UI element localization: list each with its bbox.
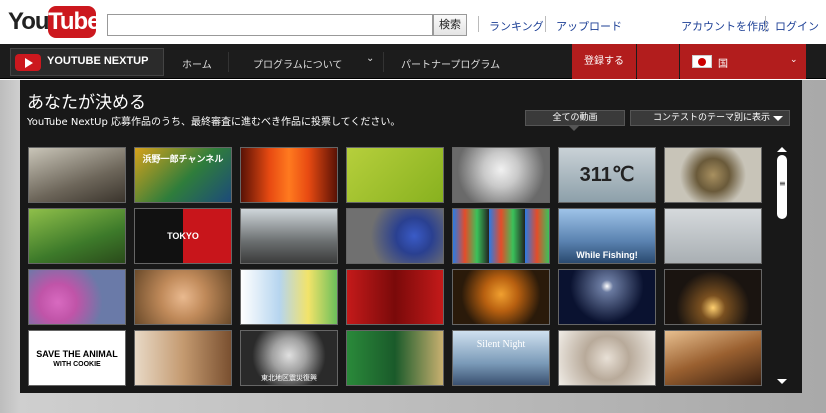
video-thumb-youtube-tokyo[interactable]: TOKYO (134, 208, 232, 264)
japan-flag-icon (692, 55, 712, 68)
search-input[interactable] (107, 14, 433, 36)
thumb-caption: 浜野一郎チャンネル (142, 154, 224, 164)
video-thumb-clock-face[interactable]: 東北地区震災復興 (240, 330, 338, 386)
video-thumb-pug[interactable] (558, 330, 656, 386)
all-videos-button[interactable]: 全ての動画 (525, 110, 625, 126)
divider (228, 52, 229, 72)
video-thumb-silent-night[interactable]: Silent Night (452, 330, 550, 386)
nav-accent-block (637, 44, 679, 79)
divider (478, 16, 479, 32)
thumb-subcaption: WITH COOKIE (53, 361, 101, 368)
chevron-down-icon (773, 116, 783, 121)
register-button[interactable]: 登録する (572, 44, 636, 79)
video-thumb-green-dance[interactable] (346, 330, 444, 386)
video-thumb-tv-wall[interactable] (452, 208, 550, 264)
video-thumb-landscape-sketch[interactable] (664, 208, 762, 264)
video-thumb-311-clock[interactable]: 311℃ (558, 147, 656, 203)
video-thumb-creature[interactable] (28, 147, 126, 203)
video-thumb-night-sky[interactable] (558, 269, 656, 325)
video-thumb-steam-train[interactable] (240, 208, 338, 264)
chevron-down-icon: ⌄ (790, 55, 798, 65)
youtube-logo[interactable]: You Tube (8, 6, 101, 40)
thumb-caption: While Fishing! (576, 250, 638, 260)
logo-you-text: You (8, 8, 50, 35)
video-thumb-presenter[interactable] (240, 269, 338, 325)
video-thumb-cartoon-japanese[interactable] (346, 147, 444, 203)
nav-partner-program[interactable]: パートナープログラム (401, 56, 500, 71)
login-link[interactable]: ログイン (775, 18, 819, 34)
grip-icon: ≡ (779, 179, 786, 188)
video-thumb-while-fishing[interactable]: While Fishing! (558, 208, 656, 264)
selected-indicator-icon (569, 126, 579, 131)
thumb-caption: Silent Night (476, 339, 526, 350)
thumb-caption: 東北地区震災復興 (261, 375, 317, 382)
ranking-link[interactable]: ランキング (489, 18, 544, 34)
video-thumb-save-the-animal[interactable]: SAVE THE ANIMAL WITH COOKIE (28, 330, 126, 386)
nav-about-program[interactable]: プログラムについて (253, 56, 342, 71)
scroll-down-icon[interactable] (777, 379, 787, 384)
video-thumb-tree[interactable] (28, 208, 126, 264)
search-button[interactable]: 検索 (433, 14, 467, 36)
create-account-link[interactable]: アカウントを作成 (681, 18, 769, 34)
page-title: あなたが決める (27, 93, 146, 113)
theme-filter-dropdown[interactable]: コンテストのテーマ別に表示 (630, 110, 790, 126)
video-thumb-monkey[interactable] (134, 269, 232, 325)
thumb-caption: SAVE THE ANIMAL (36, 349, 118, 359)
video-thumb-jack-o-lantern[interactable] (452, 269, 550, 325)
video-thumb-sepia-landscape[interactable] (664, 330, 762, 386)
video-thumb-channel-title[interactable]: 浜野一郎チャンネル (134, 147, 232, 203)
logo-tube-text: Tube (48, 6, 101, 38)
scroll-up-icon[interactable] (777, 147, 787, 152)
nav-home[interactable]: ホーム (182, 56, 212, 71)
video-thumb-woman-portrait[interactable] (452, 147, 550, 203)
theme-filter-label: コンテストのテーマ別に表示 (653, 113, 771, 123)
thumb-caption: TOKYO (167, 231, 199, 241)
country-selector[interactable]: 国 ⌄ (680, 44, 806, 79)
divider (545, 16, 546, 32)
video-thumb-pink-plush[interactable] (28, 269, 126, 325)
video-thumb-skeleton-ball[interactable] (346, 208, 444, 264)
thumb-caption: 311℃ (579, 164, 635, 186)
page-subtitle: YouTube NextUp 応募作品のうち、最終審査に進むべき作品に投票してく… (27, 117, 401, 128)
video-thumb-couple-red[interactable] (346, 269, 444, 325)
divider (765, 16, 766, 32)
video-thumb-dark-lights[interactable] (664, 269, 762, 325)
play-icon (15, 54, 41, 71)
chevron-down-icon[interactable]: ⌄ (366, 53, 374, 64)
video-thumb-torii-gates[interactable] (240, 147, 338, 203)
video-grid: 浜野一郎チャンネル 311℃ TOKYO While Fishing! SAVE… (26, 145, 766, 393)
country-label: 国 (718, 59, 728, 70)
divider (383, 52, 384, 72)
brand-label: YOUTUBE NEXTUP (47, 55, 149, 67)
video-thumb-guitar-girl[interactable] (134, 330, 232, 386)
upload-link[interactable]: アップロード (556, 18, 622, 34)
nextup-brand[interactable]: YOUTUBE NEXTUP (10, 48, 164, 76)
video-thumb-clay-figure[interactable] (664, 147, 762, 203)
